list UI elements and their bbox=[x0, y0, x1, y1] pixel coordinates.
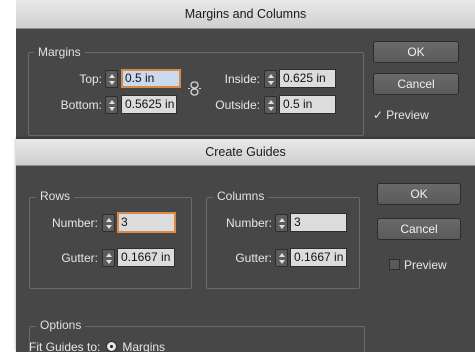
margins-and-columns-dialog: Margins and Columns Margins Top: 0.5 in … bbox=[16, 0, 475, 145]
guides-ok-button[interactable]: OK bbox=[377, 183, 461, 205]
outside-label: Outside: bbox=[215, 98, 260, 112]
rows-number-field[interactable]: 3 bbox=[117, 212, 176, 233]
columns-number-label: Number: bbox=[225, 216, 272, 230]
columns-gutter-field[interactable]: 0.1667 in bbox=[290, 248, 347, 267]
margins-ok-button[interactable]: OK bbox=[373, 41, 459, 63]
columns-number-field[interactable]: 3 bbox=[290, 213, 347, 232]
bottom-stepper[interactable] bbox=[105, 96, 118, 114]
checkmark-icon: ✓ bbox=[373, 108, 384, 122]
inside-field[interactable]: 0.625 in bbox=[279, 69, 336, 88]
create-guides-dialog: Create Guides Rows Number: 3 Gutter: 0.1… bbox=[16, 139, 475, 352]
columns-group bbox=[206, 197, 360, 289]
margins-radio-label[interactable]: Margins bbox=[122, 340, 165, 352]
rows-gutter-label: Gutter: bbox=[61, 251, 98, 265]
outside-field[interactable]: 0.5 in bbox=[279, 95, 336, 114]
guides-preview-label: Preview bbox=[404, 258, 447, 272]
bottom-field[interactable]: 0.5625 in bbox=[121, 95, 177, 114]
preview-checkbox-box[interactable] bbox=[389, 259, 400, 270]
guides-dialog-title: Create Guides bbox=[16, 139, 475, 166]
rows-gutter-stepper[interactable] bbox=[102, 249, 115, 267]
guides-preview-checkbox[interactable]: Preview bbox=[389, 257, 447, 273]
outside-stepper[interactable] bbox=[264, 96, 277, 114]
rows-number-stepper[interactable] bbox=[102, 214, 115, 232]
columns-legend: Columns bbox=[213, 189, 269, 203]
margins-dialog-title: Margins and Columns bbox=[16, 0, 475, 29]
link-icon[interactable] bbox=[188, 81, 201, 96]
rows-group bbox=[29, 197, 192, 289]
columns-number-stepper[interactable] bbox=[275, 214, 288, 232]
rows-gutter-field[interactable]: 0.1667 in bbox=[117, 248, 175, 267]
rows-legend: Rows bbox=[36, 189, 75, 203]
margins-preview-label: Preview bbox=[386, 108, 429, 122]
inside-stepper[interactable] bbox=[264, 70, 277, 88]
margins-legend: Margins bbox=[34, 45, 85, 59]
margins-radio[interactable] bbox=[106, 341, 118, 352]
options-legend: Options bbox=[36, 318, 86, 332]
rows-number-label: Number: bbox=[51, 216, 98, 230]
columns-gutter-label: Gutter: bbox=[235, 251, 272, 265]
guides-cancel-button[interactable]: Cancel bbox=[377, 218, 461, 240]
top-label: Top: bbox=[79, 72, 102, 86]
margins-preview-checkbox[interactable]: ✓ Preview bbox=[373, 107, 429, 123]
fit-guides-label: Fit Guides to: bbox=[29, 340, 101, 352]
top-field[interactable]: 0.5 in bbox=[121, 69, 181, 88]
inside-label: Inside: bbox=[224, 72, 260, 86]
margins-cancel-button[interactable]: Cancel bbox=[373, 73, 459, 95]
columns-gutter-stepper[interactable] bbox=[275, 249, 288, 267]
top-stepper[interactable] bbox=[105, 70, 118, 88]
fit-guides-row: Fit Guides to: Margins bbox=[29, 339, 165, 352]
bottom-label: Bottom: bbox=[60, 98, 102, 112]
